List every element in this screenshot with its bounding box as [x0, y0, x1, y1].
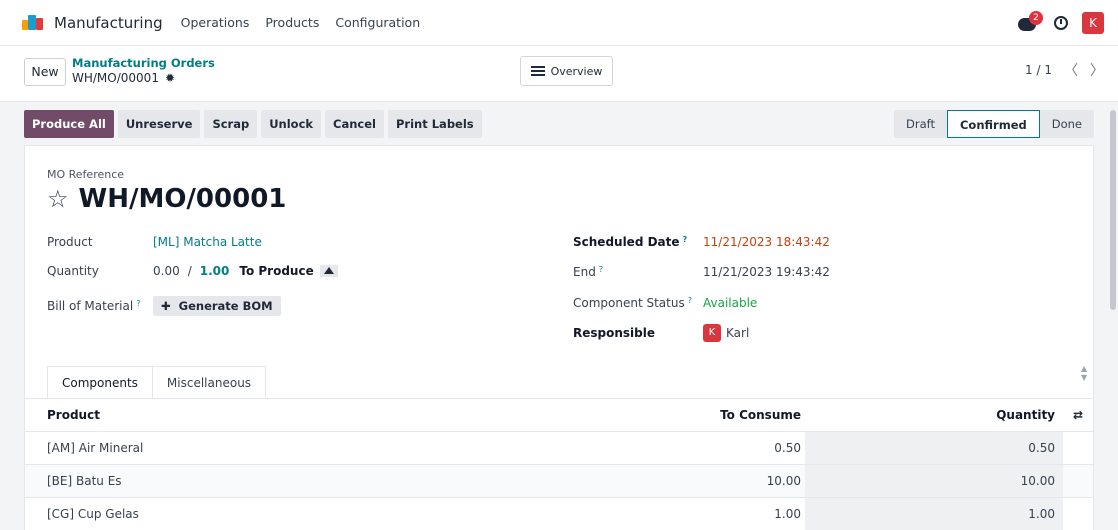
bom-label: Bill of Material? — [47, 299, 141, 313]
row-quantity[interactable]: 0.50 — [805, 432, 1063, 464]
components-table: Product To Consume Quantity ⇄ [AM] Air M… — [25, 398, 1093, 530]
end-date-label: End? — [573, 265, 604, 279]
row-to-consume: 10.00 — [766, 474, 801, 488]
status-confirmed[interactable]: Confirmed — [946, 110, 1040, 138]
table-row[interactable]: [BE] Batu Es 10.00 10.00 — [25, 465, 1093, 498]
gear-icon[interactable]: ✹ — [165, 71, 175, 85]
page-title: WH/MO/00001 — [78, 184, 287, 214]
responsible-label: Responsible — [573, 326, 655, 340]
product-field[interactable]: [ML] Matcha Latte — [153, 235, 262, 249]
responsible-field[interactable]: Karl — [726, 326, 749, 340]
quantity-produced[interactable]: 0.00 — [153, 264, 180, 278]
col-to-consume[interactable]: To Consume — [605, 408, 805, 422]
row-to-consume: 1.00 — [774, 507, 801, 521]
responsible-avatar: K — [703, 324, 721, 342]
user-avatar[interactable]: K — [1082, 11, 1104, 34]
new-button[interactable]: New — [24, 58, 66, 86]
scheduled-date-label: Scheduled Date? — [573, 235, 688, 249]
row-product: [CG] Cup Gelas — [47, 507, 139, 521]
cancel-button[interactable]: Cancel — [325, 110, 384, 138]
col-quantity[interactable]: Quantity — [805, 399, 1063, 431]
row-to-consume: 0.50 — [774, 441, 801, 455]
row-product: [AM] Air Mineral — [47, 441, 144, 455]
unreserve-button[interactable]: Unreserve — [117, 110, 201, 138]
table-scroll-arrows[interactable]: ▲ ▼ — [1081, 364, 1091, 382]
quantity-label: Quantity — [47, 264, 99, 278]
to-produce-label: To Produce — [239, 264, 314, 278]
app-name[interactable]: Manufacturing — [54, 14, 163, 32]
status-bar: Draft Confirmed Done — [893, 110, 1094, 138]
row-quantity[interactable]: 1.00 — [805, 498, 1063, 530]
product-row: Product [ML] Matcha Latte — [47, 235, 262, 249]
component-status-label: Component Status? — [573, 296, 692, 310]
col-product[interactable]: Product — [25, 408, 605, 422]
table-row[interactable]: [AM] Air Mineral 0.50 0.50 — [25, 432, 1093, 465]
quantity-row: Quantity 0.00 / 1.00 To Produce — [47, 264, 338, 278]
end-date-row: End? 11/21/2023 19:43:42 — [573, 265, 830, 279]
product-label: Product — [47, 235, 93, 249]
page-scrollbar[interactable] — [1108, 110, 1116, 310]
form-sheet: MO Reference ☆ WH/MO/00001 Product [ML] … — [24, 145, 1094, 530]
scheduled-date-field[interactable]: 11/21/2023 18:43:42 — [703, 235, 830, 249]
chevron-left-icon[interactable]: 〈 — [1064, 60, 1078, 80]
row-quantity[interactable]: 10.00 — [805, 465, 1063, 497]
component-status-row: Component Status? Available — [573, 296, 757, 310]
print-labels-button[interactable]: Print Labels — [388, 110, 482, 138]
action-bar: Produce All Unreserve Scrap Unlock Cance… — [24, 110, 1094, 138]
scheduled-date-row: Scheduled Date? 11/21/2023 18:43:42 — [573, 235, 830, 249]
table-header: Product To Consume Quantity ⇄ — [25, 399, 1093, 432]
generate-bom-button[interactable]: ✚ Generate BOM — [153, 296, 281, 316]
responsible-row: Responsible K Karl — [573, 324, 749, 342]
chat-icon[interactable]: 2 — [1018, 10, 1043, 32]
mo-reference-label: MO Reference — [47, 168, 125, 181]
table-row[interactable]: [CG] Cup Gelas 1.00 1.00 — [25, 498, 1093, 530]
plus-icon: ✚ — [161, 299, 171, 313]
activity-clock-icon[interactable] — [1054, 15, 1068, 30]
pager-value[interactable]: 1 / 1 — [1025, 63, 1052, 77]
notebook-tabs: Components Miscellaneous — [47, 366, 267, 398]
status-draft[interactable]: Draft — [894, 110, 947, 138]
main-menu: Operations Products Configuration — [181, 15, 421, 30]
bom-row: Bill of Material? ✚ Generate BOM — [47, 296, 281, 316]
star-icon[interactable]: ☆ — [47, 185, 69, 213]
title-row: ☆ WH/MO/00001 — [47, 184, 286, 214]
hamburger-icon — [530, 66, 545, 76]
scrap-button[interactable]: Scrap — [204, 110, 258, 138]
row-product: [BE] Batu Es — [47, 474, 122, 488]
forecast-chart-icon[interactable] — [319, 265, 338, 277]
optional-columns-icon[interactable]: ⇄ — [1073, 408, 1083, 422]
breadcrumb-current-label: WH/MO/00001 — [72, 71, 159, 85]
overview-label: Overview — [550, 64, 603, 78]
end-date-field[interactable]: 11/21/2023 19:43:42 — [703, 265, 830, 279]
status-done[interactable]: Done — [1040, 110, 1094, 138]
tab-miscellaneous[interactable]: Miscellaneous — [152, 366, 267, 398]
breadcrumb-current: WH/MO/00001 ✹ — [72, 71, 215, 85]
breadcrumb: Manufacturing Orders WH/MO/00001 ✹ — [72, 56, 215, 85]
top-navbar: Manufacturing Operations Products Config… — [0, 0, 1118, 46]
chevron-right-icon[interactable]: 〉 — [1090, 60, 1104, 80]
menu-operations[interactable]: Operations — [181, 15, 250, 30]
unlock-button[interactable]: Unlock — [261, 110, 322, 138]
produce-all-button[interactable]: Produce All — [24, 110, 114, 138]
navbar-systray: 2 K — [1018, 10, 1104, 34]
breadcrumb-manufacturing-orders[interactable]: Manufacturing Orders — [72, 56, 215, 70]
menu-configuration[interactable]: Configuration — [335, 15, 420, 30]
quantity-total[interactable]: 1.00 — [200, 264, 230, 278]
pager: 1 / 1 〈 〉 — [1025, 60, 1104, 80]
overview-button[interactable]: Overview — [520, 56, 613, 86]
manufacturing-app-icon[interactable] — [22, 14, 44, 32]
quantity-separator: / — [187, 264, 192, 278]
control-panel: New Manufacturing Orders WH/MO/00001 ✹ O… — [0, 46, 1118, 102]
tab-components[interactable]: Components — [47, 366, 153, 398]
menu-products[interactable]: Products — [265, 15, 319, 30]
chat-badge: 2 — [1029, 10, 1043, 25]
component-status-value: Available — [703, 296, 758, 310]
